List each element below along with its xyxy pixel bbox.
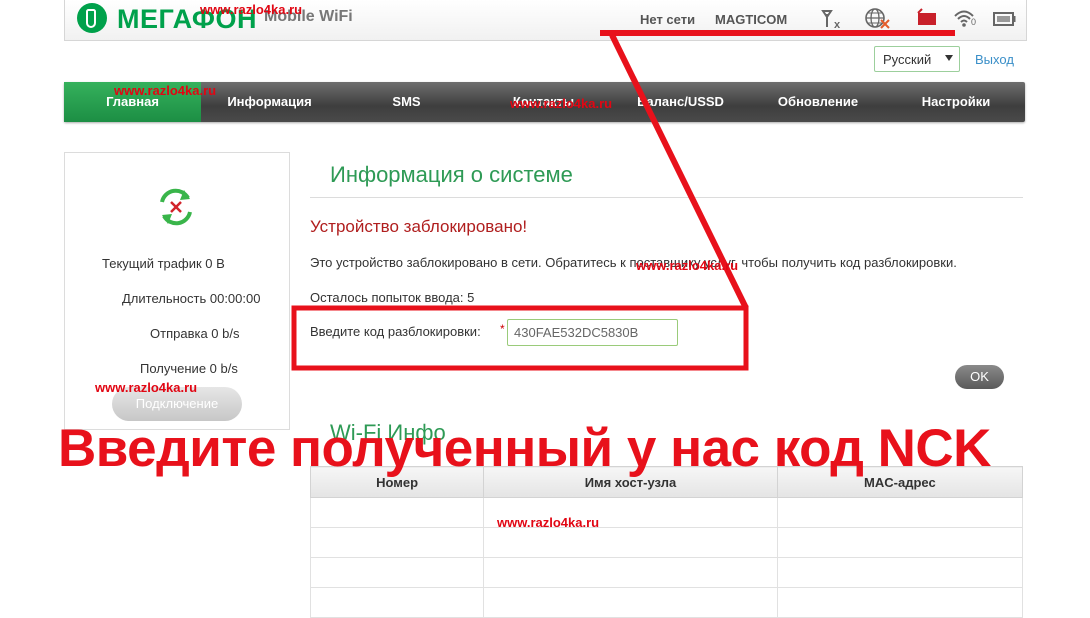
instruction-banner: Введите полученный у нас код NCK xyxy=(58,419,991,478)
watermark-text: www.razlo4ka.ru xyxy=(114,83,217,98)
watermark-text: www.razlo4ka.ru xyxy=(636,258,739,273)
watermark-text: www.razlo4ka.ru xyxy=(95,380,198,395)
watermark-text: www.razlo4ka.ru xyxy=(200,2,303,17)
watermark-text: www.razlo4ka.ru xyxy=(510,96,613,111)
watermark-text: www.razlo4ka.ru xyxy=(497,515,600,530)
